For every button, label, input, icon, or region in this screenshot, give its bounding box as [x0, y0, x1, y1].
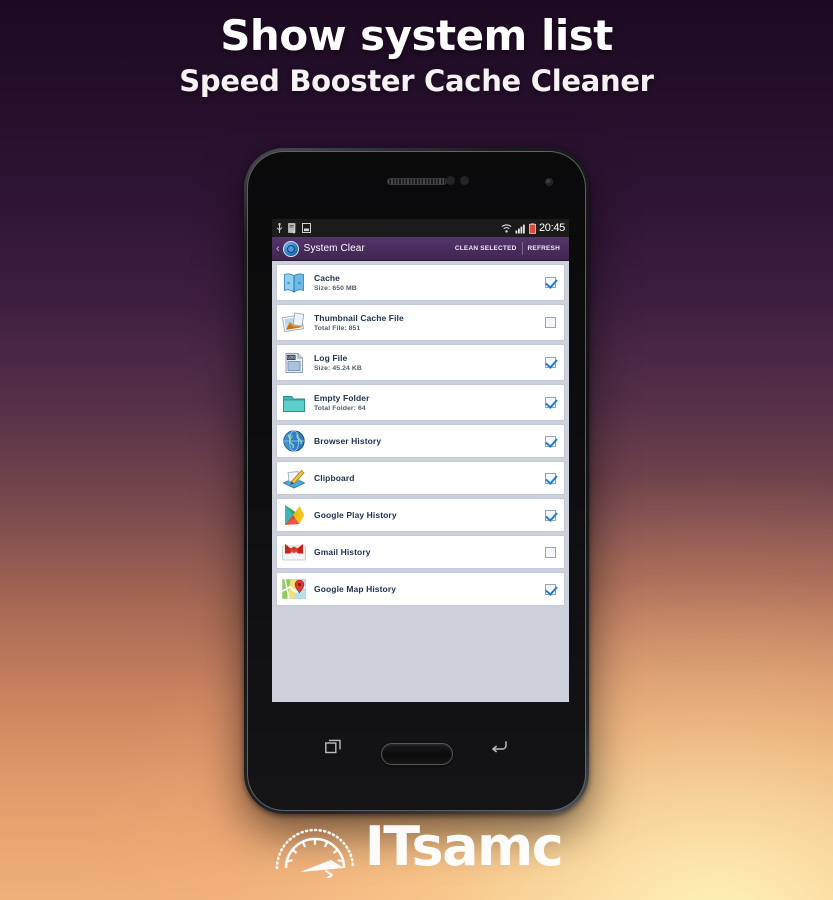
list-item[interactable]: Gmail History	[276, 535, 565, 569]
status-bar-clock: 20:45	[538, 222, 565, 234]
list-item-title: Google Map History	[314, 583, 397, 594]
header-text-block: Show system list Speed Booster Cache Cle…	[0, 11, 833, 99]
list-item-text: Clipboard	[314, 473, 545, 484]
list-item-subtitle: Total Folder: 64	[314, 405, 366, 413]
list-item-checkbox[interactable]	[545, 435, 556, 447]
list-item-subtitle: Size: 45.24 KB	[314, 365, 362, 373]
list-item[interactable]: Cache Size: 650 MB	[276, 264, 565, 301]
list-item[interactable]: Google Play History	[276, 498, 565, 532]
page-title: Show system list	[220, 11, 613, 60]
status-bar-right-icons: 20:45	[501, 222, 565, 234]
clipboard-icon	[281, 465, 307, 491]
svg-text:LOG: LOG	[287, 355, 295, 359]
list-item-text: Google Map History	[314, 584, 545, 595]
list-item-text: Gmail History	[314, 547, 545, 558]
list-item-title: Thumbnail Cache File	[314, 312, 404, 323]
list-item-title: Google Play History	[314, 509, 397, 520]
list-item-title: Empty Folder	[314, 392, 370, 403]
svg-text:x: x	[293, 229, 296, 234]
page-subtitle: Speed Booster Cache Cleaner	[179, 64, 654, 99]
list-item-text: Browser History	[314, 436, 545, 447]
list-item[interactable]: Clipboard	[276, 461, 565, 495]
speedometer-gauge-icon	[275, 828, 354, 878]
list-item-checkbox[interactable]	[545, 509, 556, 521]
list-item[interactable]: Google Map History	[276, 572, 565, 606]
system-clear-list: Cache Size: 650 MB Thumbnail Cache File To…	[272, 261, 569, 606]
phone-navigation-bar	[248, 697, 585, 810]
google-maps-icon	[281, 576, 307, 602]
list-item-checkbox[interactable]	[545, 472, 556, 484]
list-item-title: Gmail History	[314, 546, 371, 557]
wifi-icon	[501, 223, 512, 233]
list-item-checkbox[interactable]	[545, 583, 556, 595]
front-camera-icon	[545, 178, 553, 186]
home-button[interactable]	[380, 742, 453, 765]
phone-screen: x 20:45 ‹ System Clear CLEAN SELECTED RE…	[272, 219, 569, 702]
earpiece-speaker	[386, 178, 447, 185]
app-bar-actions: CLEAN SELECTED REFRESH	[450, 242, 565, 255]
brand-name: ITsamc	[364, 815, 564, 878]
signal-bars-icon	[515, 224, 525, 233]
book-icon	[281, 270, 307, 296]
list-item-title: Browser History	[314, 435, 382, 446]
list-item-text: Empty Folder Total Folder: 64	[314, 393, 545, 413]
list-item-checkbox[interactable]	[545, 357, 556, 368]
app-action-bar: ‹ System Clear CLEAN SELECTED REFRESH	[272, 237, 569, 261]
list-item[interactable]: Browser History	[276, 424, 565, 458]
list-item-title: Clipboard	[314, 472, 355, 483]
brand-logo: ITsamc	[0, 816, 833, 878]
list-item-text: Google Play History	[314, 510, 545, 521]
list-item-subtitle: Size: 650 MB	[314, 285, 357, 293]
list-item-checkbox[interactable]	[545, 397, 556, 408]
usb-icon	[276, 222, 283, 233]
list-item[interactable]: Thumbnail Cache File Total File: 851	[276, 304, 565, 341]
globe-icon	[281, 428, 307, 454]
list-item-checkbox[interactable]	[545, 277, 556, 288]
document-error-icon: x	[288, 222, 296, 234]
android-status-bar: x 20:45	[272, 219, 569, 237]
recents-icon[interactable]	[325, 739, 342, 754]
list-item-text: Thumbnail Cache File Total File: 851	[314, 313, 545, 333]
list-item-title: Cache	[314, 272, 341, 283]
phone-device-frame: x 20:45 ‹ System Clear CLEAN SELECTED RE…	[244, 148, 589, 814]
proximity-sensor-icon	[446, 176, 455, 185]
list-item-title: Log File	[314, 352, 348, 363]
list-item-text: Log File Size: 45.24 KB	[314, 353, 545, 373]
status-bar-left-icons: x	[276, 222, 311, 234]
refresh-button[interactable]: REFRESH	[523, 245, 565, 252]
folder-icon	[281, 390, 307, 416]
list-item-checkbox[interactable]	[545, 317, 556, 328]
log-document-icon: LOG	[281, 350, 307, 376]
google-play-icon	[281, 502, 307, 528]
sd-card-icon	[302, 223, 311, 233]
system-clear-app-icon[interactable]	[282, 240, 299, 257]
list-item[interactable]: LOG Log File Size: 45.24 KB	[276, 344, 565, 381]
photo-stack-icon	[281, 310, 307, 336]
back-icon[interactable]	[490, 739, 508, 753]
clean-selected-button[interactable]: CLEAN SELECTED	[450, 245, 522, 252]
list-item[interactable]: Empty Folder Total Folder: 64	[276, 384, 565, 421]
phone-bezel: x 20:45 ‹ System Clear CLEAN SELECTED RE…	[247, 151, 586, 811]
list-item-subtitle: Total File: 851	[314, 325, 361, 333]
back-chevron-icon[interactable]: ‹	[276, 243, 280, 255]
app-bar-title: System Clear	[303, 243, 365, 254]
light-sensor-icon	[460, 176, 469, 185]
list-item-checkbox[interactable]	[545, 546, 556, 558]
gmail-icon	[281, 539, 307, 565]
list-item-text: Cache Size: 650 MB	[314, 273, 545, 293]
battery-low-icon	[529, 222, 536, 234]
